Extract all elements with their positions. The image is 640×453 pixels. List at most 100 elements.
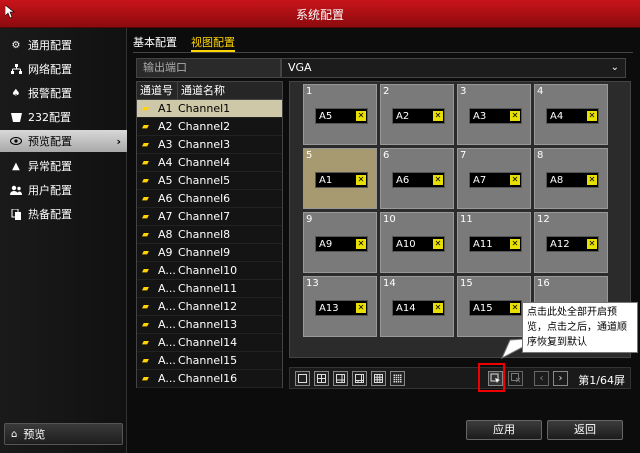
close-icon[interactable]: ✕ — [433, 303, 443, 313]
cell-channel-label: A15 ✕ — [469, 300, 522, 316]
sidebar-item-hotspare[interactable]: 热备配置 — [0, 203, 127, 225]
close-icon[interactable]: ✕ — [356, 239, 366, 249]
channel-number: A... — [158, 354, 176, 367]
apply-button[interactable]: 应用 — [466, 420, 542, 440]
table-row[interactable]: ▰ A4 Channel4 — [137, 154, 282, 172]
table-row[interactable]: ▰ A... Channel15 — [137, 352, 282, 370]
cell-index: 7 — [460, 150, 467, 161]
table-row[interactable]: ▰ A7 Channel7 — [137, 208, 282, 226]
layout-16-button[interactable] — [390, 371, 405, 386]
table-row[interactable]: ▰ A... Channel16 — [137, 370, 282, 388]
output-port-row: 输出端口 VGA ⌄ — [136, 58, 626, 78]
channel-name: Channel6 — [178, 192, 231, 205]
layout-4-button[interactable] — [314, 371, 329, 386]
cell-index: 15 — [460, 278, 473, 289]
table-row[interactable]: ▰ A1 Channel1 — [137, 100, 282, 118]
close-icon[interactable]: ✕ — [433, 239, 443, 249]
cell-index: 10 — [383, 214, 396, 225]
table-row[interactable]: ▰ A... Channel14 — [137, 334, 282, 352]
cell-channel-text: A2 — [396, 110, 410, 122]
sidebar-item-user[interactable]: 用户配置 — [0, 179, 127, 201]
table-row[interactable]: ▰ A5 Channel5 — [137, 172, 282, 190]
close-icon[interactable]: ✕ — [356, 303, 366, 313]
layout-6-button[interactable] — [333, 371, 348, 386]
close-icon[interactable]: ✕ — [433, 111, 443, 121]
layout-8-button[interactable] — [352, 371, 367, 386]
cell-channel-label: A14 ✕ — [392, 300, 445, 316]
close-icon[interactable]: ✕ — [510, 239, 520, 249]
preview-cell[interactable]: 11 A11 ✕ — [457, 212, 531, 273]
output-port-label: 输出端口 — [136, 58, 281, 78]
table-row[interactable]: ▰ A... Channel13 — [137, 316, 282, 334]
cell-index: 6 — [383, 150, 390, 161]
preview-cell[interactable]: 8 A8 ✕ — [534, 148, 608, 209]
cell-index: 12 — [537, 214, 550, 225]
camera-icon: ▰ — [142, 373, 149, 384]
preview-home-button[interactable]: ⌂ 预览 — [4, 423, 123, 445]
sidebar-item-exception[interactable]: ▲ 异常配置 — [0, 155, 127, 177]
preview-cell[interactable]: 14 A14 ✕ — [380, 276, 454, 337]
sidebar-item-preview[interactable]: 预览配置 › — [0, 130, 127, 152]
previous-page-button[interactable]: ‹ — [534, 371, 549, 386]
channel-name: Channel14 — [178, 336, 238, 349]
cell-channel-text: A12 — [550, 238, 570, 250]
cell-channel-text: A6 — [396, 174, 410, 186]
close-icon[interactable]: ✕ — [510, 175, 520, 185]
chevron-right-icon: › — [558, 373, 563, 384]
close-icon[interactable]: ✕ — [510, 303, 520, 313]
table-row[interactable]: ▰ A6 Channel6 — [137, 190, 282, 208]
preview-cell[interactable]: 2 A2 ✕ — [380, 84, 454, 145]
close-icon[interactable]: ✕ — [356, 111, 366, 121]
close-icon[interactable]: ✕ — [587, 239, 597, 249]
cell-channel-text: A10 — [396, 238, 416, 250]
output-port-select[interactable]: VGA ⌄ — [281, 58, 626, 78]
sidebar-item-alarm[interactable]: ♠ 报警配置 — [0, 82, 127, 104]
preview-cell[interactable]: 15 A15 ✕ — [457, 276, 531, 337]
layout-1-button[interactable] — [295, 371, 310, 386]
channel-name: Channel5 — [178, 174, 231, 187]
channel-number: A5 — [158, 174, 173, 187]
channel-name: Channel15 — [178, 354, 238, 367]
channel-number: A8 — [158, 228, 173, 241]
preview-cell[interactable]: 3 A3 ✕ — [457, 84, 531, 145]
table-row[interactable]: ▰ A... Channel11 — [137, 280, 282, 298]
sidebar-item-serial[interactable]: 232配置 — [0, 106, 127, 128]
cell-channel-text: A4 — [550, 110, 564, 122]
table-row[interactable]: ▰ A... Channel10 — [137, 262, 282, 280]
preview-cell[interactable]: 5 A1 ✕ — [303, 148, 377, 209]
stop-all-preview-button[interactable] — [508, 371, 523, 386]
layout-9-button[interactable] — [371, 371, 386, 386]
table-row[interactable]: ▰ A9 Channel9 — [137, 244, 282, 262]
preview-cell[interactable]: 10 A10 ✕ — [380, 212, 454, 273]
tab-basic-config[interactable]: 基本配置 — [133, 34, 177, 52]
table-row[interactable]: ▰ A2 Channel2 — [137, 118, 282, 136]
preview-cell[interactable]: 6 A6 ✕ — [380, 148, 454, 209]
back-button[interactable]: 返回 — [547, 420, 623, 440]
channel-name: Channel4 — [178, 156, 231, 169]
preview-cell[interactable]: 9 A9 ✕ — [303, 212, 377, 273]
sidebar-item-general[interactable]: ⚙ 通用配置 — [0, 34, 127, 56]
close-icon[interactable]: ✕ — [433, 175, 443, 185]
preview-cell[interactable]: 7 A7 ✕ — [457, 148, 531, 209]
chevron-right-icon: › — [116, 134, 121, 148]
close-icon[interactable]: ✕ — [587, 175, 597, 185]
close-icon[interactable]: ✕ — [510, 111, 520, 121]
table-row[interactable]: ▰ A3 Channel3 — [137, 136, 282, 154]
preview-cell[interactable]: 1 A5 ✕ — [303, 84, 377, 145]
sidebar-item-label: 报警配置 — [28, 87, 72, 100]
channel-list-header: 通道号 通道名称 — [137, 82, 282, 100]
cell-channel-label: A4 ✕ — [546, 108, 599, 124]
sidebar-item-label: 通用配置 — [28, 39, 72, 52]
cell-channel-text: A15 — [473, 302, 493, 314]
close-icon[interactable]: ✕ — [587, 111, 597, 121]
tab-view-config[interactable]: 视图配置 — [191, 34, 235, 52]
channel-number: A... — [158, 318, 176, 331]
preview-cell[interactable]: 4 A4 ✕ — [534, 84, 608, 145]
close-icon[interactable]: ✕ — [356, 175, 366, 185]
preview-cell[interactable]: 13 A13 ✕ — [303, 276, 377, 337]
table-row[interactable]: ▰ A8 Channel8 — [137, 226, 282, 244]
sidebar-item-network[interactable]: 网络配置 — [0, 58, 127, 80]
table-row[interactable]: ▰ A... Channel12 — [137, 298, 282, 316]
preview-cell[interactable]: 12 A12 ✕ — [534, 212, 608, 273]
next-page-button[interactable]: › — [553, 371, 568, 386]
